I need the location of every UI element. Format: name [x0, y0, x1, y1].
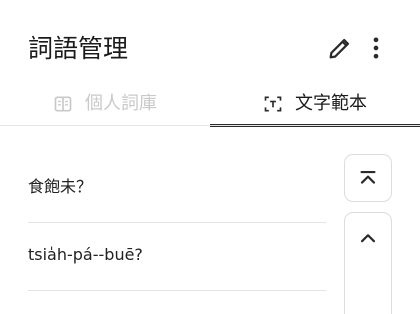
tab-text-templates[interactable]: 文字範本 — [210, 84, 420, 124]
more-vert-icon — [373, 37, 379, 59]
move-to-top-button[interactable] — [344, 154, 392, 202]
list-item-text: 食飽未？ — [28, 177, 93, 196]
move-up-button[interactable] — [344, 212, 392, 314]
tab-text-templates-label: 文字範本 — [295, 93, 367, 114]
list-item[interactable]: tsia̍h-pá--buē? — [28, 223, 326, 291]
edit-button[interactable] — [326, 34, 354, 62]
tab-personal-lexicon[interactable]: 個人詞庫 — [0, 84, 210, 124]
word-management-screen: 詞語管理 個人詞庫 文字範本 食飽未？ tsia̍h-pá--buē? — [0, 0, 420, 314]
tab-bar-divider — [0, 125, 420, 126]
page-title: 詞語管理 — [28, 34, 129, 63]
tab-personal-lexicon-label: 個人詞庫 — [85, 93, 157, 114]
list-item-text: tsia̍h-pá--buē? — [28, 245, 143, 264]
edit-pencil-icon — [329, 38, 350, 59]
move-to-top-icon — [360, 170, 376, 184]
list-item[interactable]: 食飽未？ — [28, 155, 326, 223]
more-options-button[interactable] — [362, 34, 390, 62]
app-bar: 詞語管理 — [0, 0, 420, 92]
tab-bar: 個人詞庫 文字範本 — [0, 84, 420, 128]
move-up-icon — [360, 234, 376, 243]
template-list: 食飽未？ tsia̍h-pá--buē? — [28, 155, 326, 291]
book-icon — [53, 94, 73, 114]
text-scan-icon — [263, 94, 283, 114]
